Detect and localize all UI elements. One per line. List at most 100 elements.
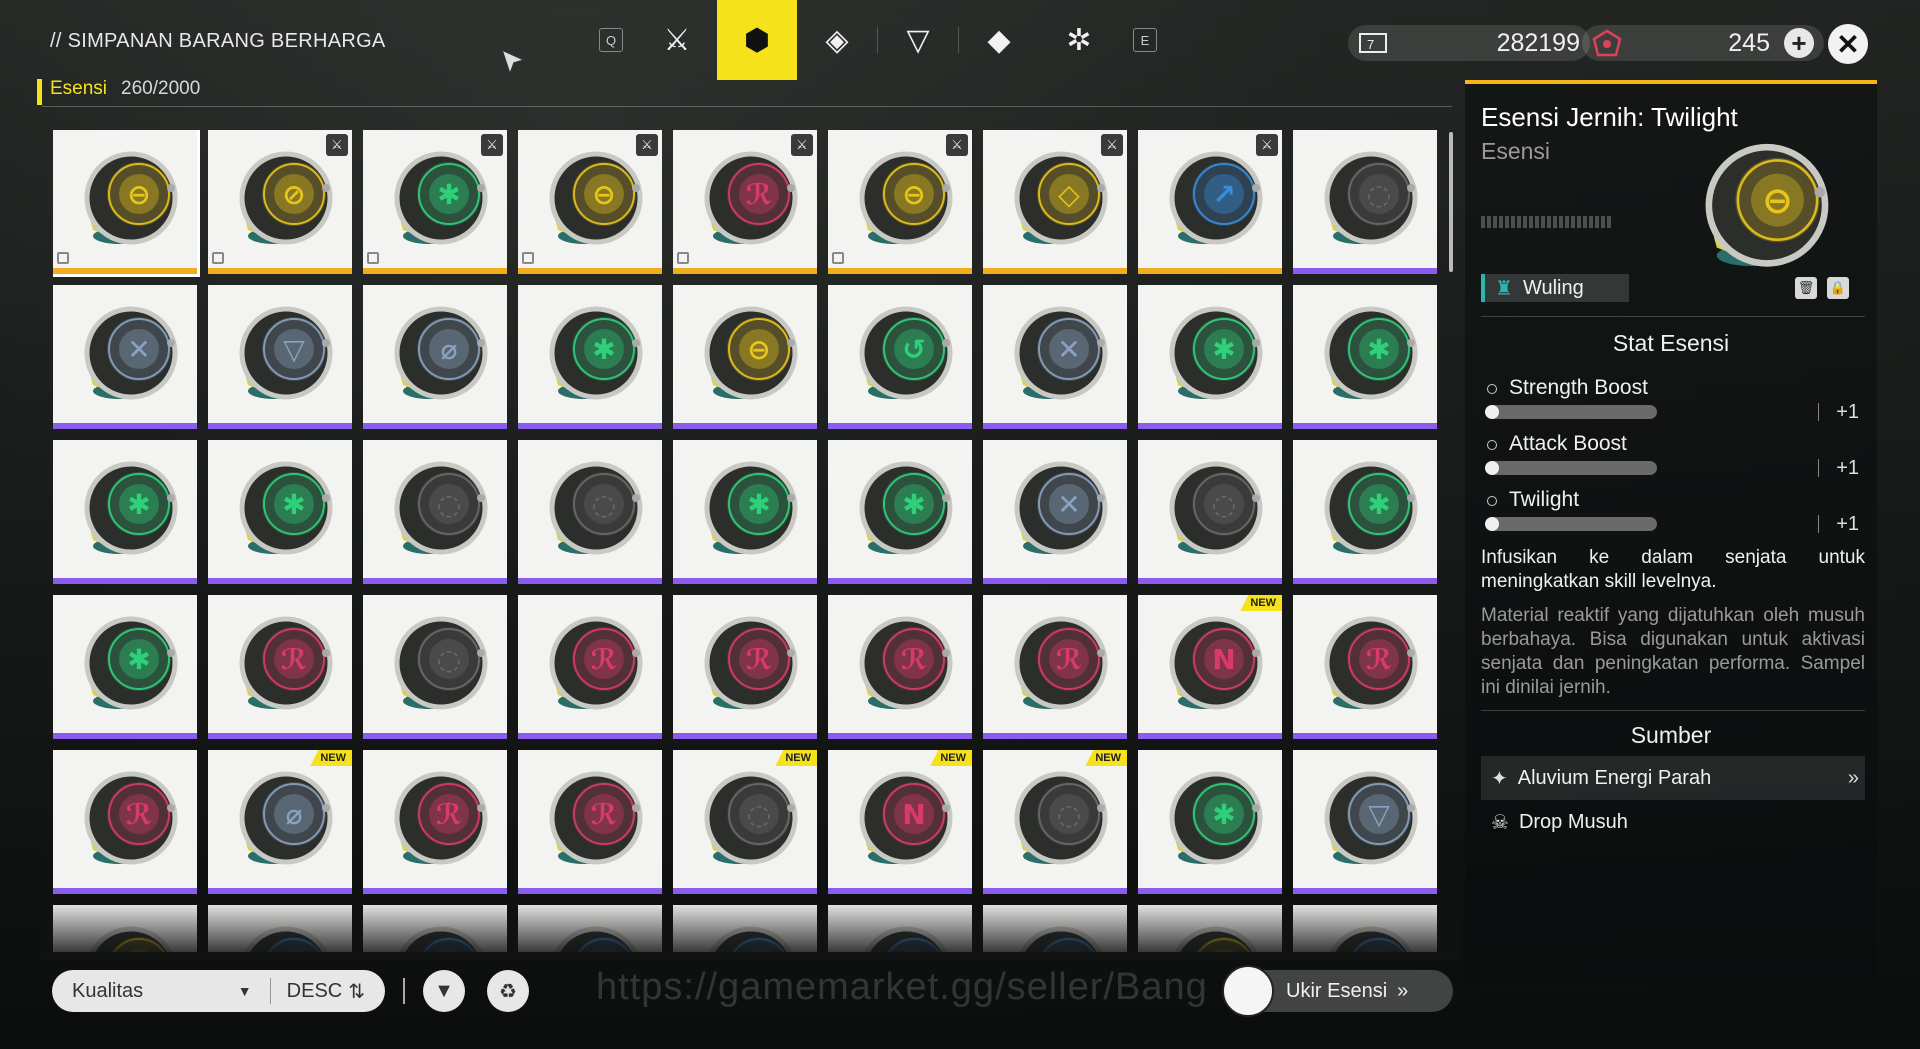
- esensi-item-31[interactable]: ℛ: [673, 595, 817, 739]
- esensi-item-6[interactable]: ◇ ⚔: [983, 130, 1127, 274]
- esensi-item-25[interactable]: ◌: [1138, 440, 1282, 584]
- tab-prev-key[interactable]: Q: [585, 0, 637, 80]
- esensi-item-32[interactable]: ℛ: [828, 595, 972, 739]
- add-currency-button[interactable]: +: [1784, 28, 1814, 58]
- esensi-orb-icon: ◇: [1014, 151, 1108, 245]
- esensi-item-3[interactable]: ⊖ ⚔: [518, 130, 662, 274]
- lock-button[interactable]: 🔒: [1827, 277, 1849, 299]
- equipped-sword-icon: ⚔: [1101, 134, 1123, 156]
- mouse-cursor-icon: [500, 48, 527, 77]
- esensi-item-17[interactable]: ✱: [1293, 285, 1437, 429]
- tab-gear[interactable]: ◈: [797, 0, 877, 80]
- grid-scrollbar[interactable]: [1449, 132, 1453, 272]
- new-badge: NEW: [1085, 750, 1127, 766]
- esensi-orb-icon: ⊖: [859, 151, 953, 245]
- caret-down-icon: ▼: [237, 983, 252, 999]
- esensi-item-1[interactable]: ⊘ ⚔: [208, 130, 352, 274]
- esensi-item-22[interactable]: ✱: [673, 440, 817, 584]
- divider: [1481, 316, 1865, 317]
- esensi-orb-icon: ◌: [704, 771, 798, 865]
- esensi-item-0[interactable]: ⊖: [53, 130, 200, 277]
- esensi-item-7[interactable]: ↗ ⚔: [1138, 130, 1282, 274]
- esensi-item-28[interactable]: ℛ: [208, 595, 352, 739]
- svg-text:ℛ: ℛ: [746, 643, 772, 676]
- tab-next-key[interactable]: E: [1119, 0, 1171, 80]
- esensi-item-14[interactable]: ↺: [828, 285, 972, 429]
- esensi-item-12[interactable]: ✱: [518, 285, 662, 429]
- esensi-item-29[interactable]: ◌: [363, 595, 507, 739]
- esensi-item-13[interactable]: ⊖: [673, 285, 817, 429]
- trash-button[interactable]: 🗑: [1795, 277, 1817, 299]
- bottom-toolbar: Kualitas ▼ DESC ⇅ ▼ ♻: [52, 970, 551, 1012]
- lock-icon: 🔒: [1829, 280, 1847, 295]
- lock-icon: [832, 252, 844, 264]
- esensi-item-39[interactable]: ℛ: [518, 750, 662, 894]
- grid-fade: [40, 900, 1460, 960]
- source-label: Drop Musuh: [1518, 810, 1628, 833]
- esensi-item-41[interactable]: N NEW: [828, 750, 972, 894]
- esensi-item-10[interactable]: ▽: [208, 285, 352, 429]
- esensi-item-23[interactable]: ✱: [828, 440, 972, 584]
- tab-esensi[interactable]: ⬢: [717, 0, 797, 80]
- esensi-item-43[interactable]: ✱: [1138, 750, 1282, 894]
- svg-text:◌: ◌: [1367, 178, 1391, 211]
- esensi-item-2[interactable]: ✱ ⚔: [363, 130, 507, 274]
- svg-text:N: N: [1212, 643, 1235, 676]
- esensi-item-5[interactable]: ⊖ ⚔: [828, 130, 972, 274]
- esensi-item-19[interactable]: ✱: [208, 440, 352, 584]
- order-toggle[interactable]: DESC: [287, 980, 343, 1003]
- filter-button[interactable]: ▼: [423, 970, 465, 1012]
- esensi-item-16[interactable]: ✱: [1138, 285, 1282, 429]
- esensi-item-20[interactable]: ◌: [363, 440, 507, 584]
- esensi-item-15[interactable]: ✕: [983, 285, 1127, 429]
- esensi-item-27[interactable]: ✱: [53, 595, 197, 739]
- esensi-item-44[interactable]: ▽: [1293, 750, 1437, 894]
- esensi-item-35[interactable]: ℛ: [1293, 595, 1437, 739]
- esensi-item-21[interactable]: ◌: [518, 440, 662, 584]
- esensi-grid: ⊖ ⊘ ⚔ ✱ ⚔ ⊖ ⚔ ℛ ⚔ ⊖ ⚔ ◇ ⚔ ↗ ⚔ ◌ ✕ ▽ ⌀ ✱ ⊖ ↺ ✕ ✱ ✱ ✱ ✱ ◌ ◌ ✱ ✱ ✕ ◌ ✱ ✱ ℛ ◌ ℛ ℛ ℛ…: [53, 130, 1443, 952]
- slashed-sword-icon: ⚔: [663, 23, 691, 57]
- source-item[interactable]: ✦ Aluvium Energi Parah »: [1481, 756, 1865, 800]
- equipped-sword-icon: ⚔: [481, 134, 503, 156]
- tab-items[interactable]: ◆: [959, 0, 1039, 80]
- svg-text:◌: ◌: [747, 798, 771, 831]
- esensi-item-37[interactable]: ⌀ NEW: [208, 750, 352, 894]
- esensi-item-34[interactable]: N NEW: [1138, 595, 1282, 739]
- esensi-item-40[interactable]: ◌ NEW: [673, 750, 817, 894]
- esensi-orb-icon: ✱: [394, 151, 488, 245]
- tab-weapons[interactable]: ⚔: [637, 0, 717, 80]
- item-title: Esensi Jernih: Twilight: [1481, 102, 1738, 132]
- esensi-item-36[interactable]: ℛ: [53, 750, 197, 894]
- lock-icon: [677, 252, 689, 264]
- recycle-button[interactable]: ♻: [487, 970, 529, 1012]
- esensi-item-38[interactable]: ℛ: [363, 750, 507, 894]
- stat-value: +1: [1836, 401, 1859, 423]
- esensi-orb-icon: ◌: [1014, 771, 1108, 865]
- stat-level-bar: [1485, 461, 1657, 475]
- source-item[interactable]: ☠ Drop Musuh: [1481, 800, 1865, 844]
- ukir-esensi-button[interactable]: Ukir Esensi »: [1222, 965, 1453, 1017]
- tab-materials[interactable]: ▽: [878, 0, 958, 80]
- esensi-item-30[interactable]: ℛ: [518, 595, 662, 739]
- esensi-item-18[interactable]: ✱: [53, 440, 197, 584]
- tab-misc[interactable]: ✲: [1039, 0, 1119, 80]
- esensi-orb-icon: ✱: [84, 616, 178, 710]
- esensi-item-42[interactable]: ◌ NEW: [983, 750, 1127, 894]
- new-badge: NEW: [930, 750, 972, 766]
- lock-icon: [212, 252, 224, 264]
- svg-text:ℛ: ℛ: [126, 798, 152, 831]
- sort-dropdown[interactable]: Kualitas ▼ DESC ⇅: [52, 970, 385, 1012]
- esensi-orb-icon: ✕: [84, 306, 178, 400]
- equipped-sword-icon: ⚔: [636, 134, 658, 156]
- esensi-item-11[interactable]: ⌀: [363, 285, 507, 429]
- esensi-item-24[interactable]: ✕: [983, 440, 1127, 584]
- esensi-item-33[interactable]: ℛ: [983, 595, 1127, 739]
- lock-icon: [57, 252, 69, 264]
- esensi-item-8[interactable]: ◌: [1293, 130, 1437, 274]
- equipped-sword-icon: ⚔: [326, 134, 348, 156]
- esensi-item-9[interactable]: ✕: [53, 285, 197, 429]
- esensi-item-4[interactable]: ℛ ⚔: [673, 130, 817, 274]
- esensi-item-26[interactable]: ✱: [1293, 440, 1437, 584]
- close-button[interactable]: ✕: [1828, 24, 1868, 64]
- subtab-esensi[interactable]: Esensi: [50, 78, 107, 100]
